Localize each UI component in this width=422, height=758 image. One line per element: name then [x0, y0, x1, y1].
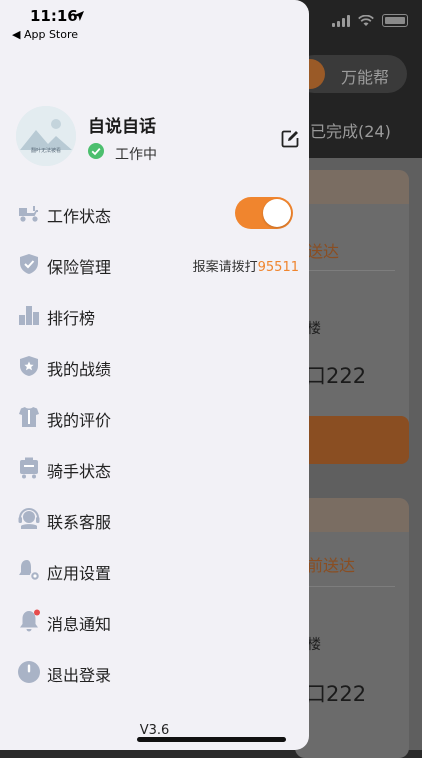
- status-time: 11:16: [30, 7, 78, 25]
- order-floor: 楼: [307, 637, 321, 653]
- order-floor: 楼: [307, 321, 321, 337]
- menu-item-reviews[interactable]: 我的评价: [0, 392, 309, 443]
- menu-item-settings[interactable]: 应用设置: [0, 545, 309, 596]
- battery-icon: [382, 14, 408, 27]
- profile-section[interactable]: 翻叶无法被看 自说自话 工作中: [16, 106, 301, 170]
- scooter-icon: [19, 206, 38, 222]
- menu-item-rider-status[interactable]: 骑手状态: [0, 443, 309, 494]
- order-status: 送达: [307, 242, 340, 261]
- menu-label: 退出登录: [47, 666, 112, 685]
- insurance-hint: 报案请拨打95511: [193, 256, 299, 275]
- wifi-icon: [358, 14, 374, 26]
- menu-item-logout[interactable]: 退出登录: [0, 647, 309, 698]
- work-status-toggle[interactable]: [235, 197, 293, 229]
- top-pill[interactable]: 万能帮: [295, 55, 407, 93]
- menu-item-achievements[interactable]: 我的战绩: [0, 341, 309, 392]
- order-status: 前送达: [307, 556, 356, 575]
- menu-item-notifications[interactable]: 消息通知: [0, 596, 309, 647]
- order-card[interactable]: 前送达 楼 口222: [295, 498, 409, 758]
- top-button-label: 万能帮: [341, 68, 390, 87]
- menu-label: 消息通知: [47, 615, 112, 634]
- bell-gear-icon: [19, 560, 41, 582]
- insurance-phone[interactable]: 95511: [258, 260, 299, 275]
- check-circle-icon: [88, 143, 104, 159]
- side-drawer: 11:16 ◀ App Store 翻叶无法被看 自说自话 工作中 工作状态 保…: [0, 0, 309, 750]
- menu-label: 保险管理: [47, 258, 112, 277]
- profile-name: 自说自话: [88, 117, 156, 137]
- avatar[interactable]: 翻叶无法被看: [16, 106, 76, 166]
- headset-icon: [18, 508, 40, 529]
- signal-icon: [332, 14, 350, 27]
- order-card[interactable]: 送达 楼 口222: [295, 170, 409, 464]
- menu-label: 骑手状态: [47, 462, 112, 481]
- menu-item-work-status[interactable]: 工作状态: [0, 188, 309, 239]
- status-bar: 11:16 ◀ App Store: [0, 0, 309, 44]
- order-address: 口222: [305, 682, 367, 706]
- drawer-menu: 工作状态 保险管理 报案请拨打95511 排行榜 我的战绩 我的评价 骑手状态 …: [0, 188, 309, 698]
- landscape-icon: [16, 106, 76, 166]
- power-icon: [18, 661, 40, 683]
- back-to-app-store-link[interactable]: ◀ App Store: [12, 28, 78, 41]
- tab-done[interactable]: 已完成(24): [310, 118, 391, 142]
- menu-item-insurance[interactable]: 保险管理 报案请拨打95511: [0, 239, 309, 290]
- menu-label: 我的战绩: [47, 360, 112, 379]
- menu-item-support[interactable]: 联系客服: [0, 494, 309, 545]
- order-address: 口222: [305, 364, 367, 388]
- order-action-button[interactable]: [295, 416, 409, 464]
- badge-star-icon: [20, 356, 38, 376]
- menu-label: 联系客服: [47, 513, 112, 532]
- shield-check-icon: [20, 254, 38, 274]
- menu-item-ranking[interactable]: 排行榜: [0, 290, 309, 341]
- delivery-box-icon: [20, 457, 38, 479]
- insurance-hint-text: 报案请拨打: [192, 260, 258, 275]
- location-arrow-icon: [74, 11, 84, 21]
- bell-icon: [20, 609, 40, 632]
- edit-icon[interactable]: [280, 129, 300, 149]
- shirt-icon: [19, 407, 39, 427]
- profile-work-status: 工作中: [115, 147, 157, 163]
- version-label: V3.6: [139, 723, 170, 738]
- home-indicator[interactable]: [137, 737, 286, 742]
- bar-chart-icon: [19, 306, 39, 325]
- menu-label: 工作状态: [47, 207, 112, 226]
- order-list: 送达 楼 口222 前送达 楼 口222: [295, 158, 422, 758]
- menu-label: 应用设置: [47, 564, 112, 583]
- menu-label: 我的评价: [47, 411, 112, 430]
- avatar-caption: 翻叶无法被看: [30, 148, 61, 154]
- menu-label: 排行榜: [47, 309, 96, 328]
